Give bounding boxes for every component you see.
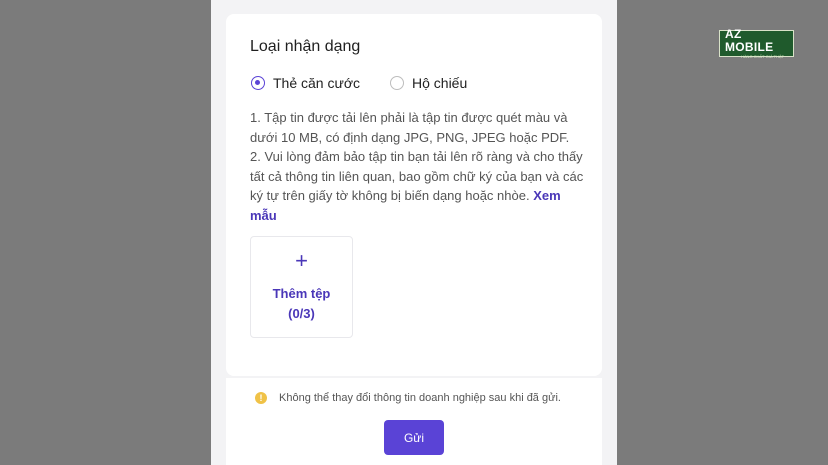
radio-unselected-icon bbox=[390, 76, 404, 90]
submit-notice: ! Không thể thay đổi thông tin doanh ngh… bbox=[255, 392, 561, 404]
radio-id-card-label: Thẻ căn cước bbox=[273, 75, 361, 91]
watermark-logo-text: AZ MOBILE bbox=[725, 27, 774, 54]
radio-passport-label: Hộ chiếu bbox=[412, 75, 468, 91]
section-title: Loại nhận dạng bbox=[250, 38, 361, 55]
radio-id-card[interactable]: Thẻ căn cước bbox=[251, 75, 360, 91]
file-count: (0/3) bbox=[288, 306, 315, 321]
radio-selected-icon bbox=[251, 76, 265, 90]
submit-notice-text: Không thể thay đổi thông tin doanh nghiệ… bbox=[279, 392, 561, 404]
watermark-logo: AZ MOBILE HÀNG CHẤT GIÁ THẬT bbox=[719, 27, 794, 59]
plus-icon: + bbox=[295, 248, 308, 273]
watermark-logo-subtext: HÀNG CHẤT GIÁ THẬT bbox=[741, 54, 784, 59]
instruction-line-1: 1. Tập tin được tải lên phải là tập tin … bbox=[250, 110, 570, 145]
warning-icon: ! bbox=[255, 392, 267, 404]
instruction-line-2: 2. Vui lòng đảm bảo tập tin bạn tải lên … bbox=[250, 147, 585, 225]
submit-button[interactable]: Gửi bbox=[384, 420, 444, 455]
add-file-label: Thêm tệp bbox=[272, 286, 331, 301]
add-file-button[interactable]: + Thêm tệp (0/3) bbox=[250, 236, 353, 338]
upload-instructions: 1. Tập tin được tải lên phải là tập tin … bbox=[250, 108, 585, 226]
radio-passport[interactable]: Hộ chiếu bbox=[390, 75, 467, 91]
